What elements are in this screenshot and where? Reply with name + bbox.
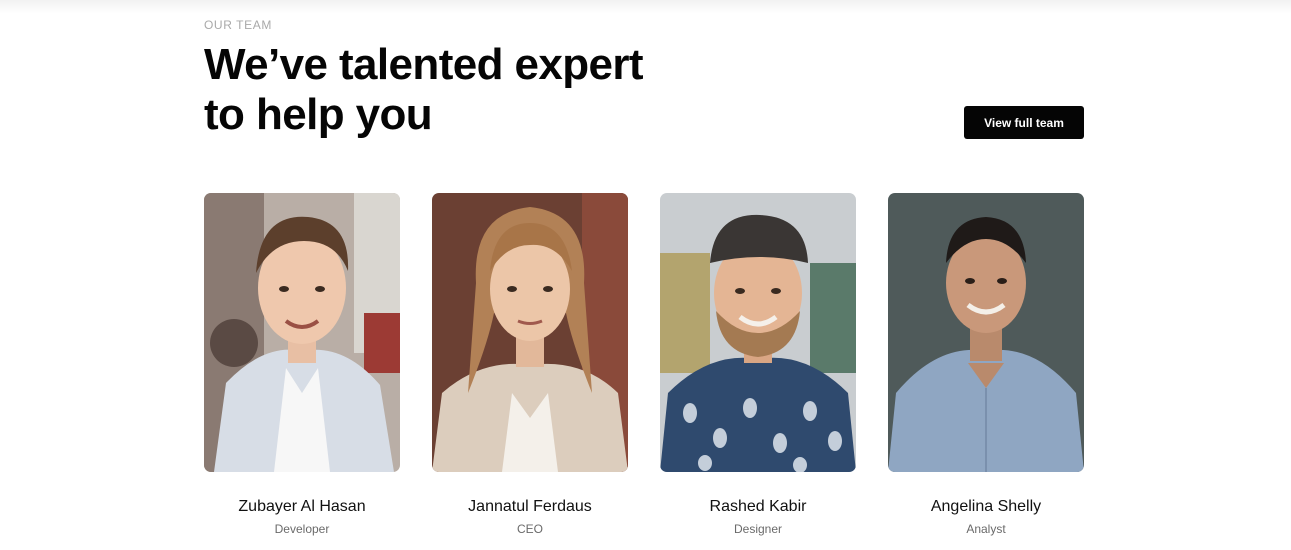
section-headline: We’ve talented expert to help you — [204, 40, 724, 140]
member-photo[interactable] — [432, 193, 628, 472]
team-card[interactable]: Angelina Shelly Analyst — [888, 193, 1084, 536]
member-photo-image — [432, 193, 628, 472]
member-role: Designer — [733, 522, 783, 536]
member-photo[interactable] — [660, 193, 856, 472]
member-photo-image — [660, 193, 856, 472]
member-name: Jannatul Ferdaus — [468, 498, 592, 515]
member-name: Zubayer Al Hasan — [238, 498, 366, 515]
team-section: OUR TEAM We’ve talented expert to help y… — [204, 0, 1084, 550]
team-card[interactable]: Rashed Kabir Designer — [660, 193, 856, 536]
headline-line-1: We’ve talented expert — [204, 40, 644, 89]
member-photo[interactable] — [204, 193, 400, 472]
member-photo-image — [888, 193, 1084, 472]
member-role: CEO — [516, 522, 543, 536]
team-card[interactable]: Zubayer Al Hasan Developer — [204, 193, 400, 536]
member-photo[interactable] — [888, 193, 1084, 472]
member-role: Analyst — [966, 522, 1006, 536]
member-name: Angelina Shelly — [930, 498, 1042, 515]
member-role: Developer — [274, 522, 330, 536]
member-photo-image — [204, 193, 400, 472]
view-full-team-button[interactable]: View full team — [964, 106, 1084, 139]
team-card[interactable]: Jannatul Ferdaus CEO — [432, 193, 628, 536]
section-eyebrow: OUR TEAM — [204, 18, 272, 32]
headline-line-2: to help you — [204, 90, 433, 139]
member-name: Rashed Kabir — [709, 498, 807, 515]
